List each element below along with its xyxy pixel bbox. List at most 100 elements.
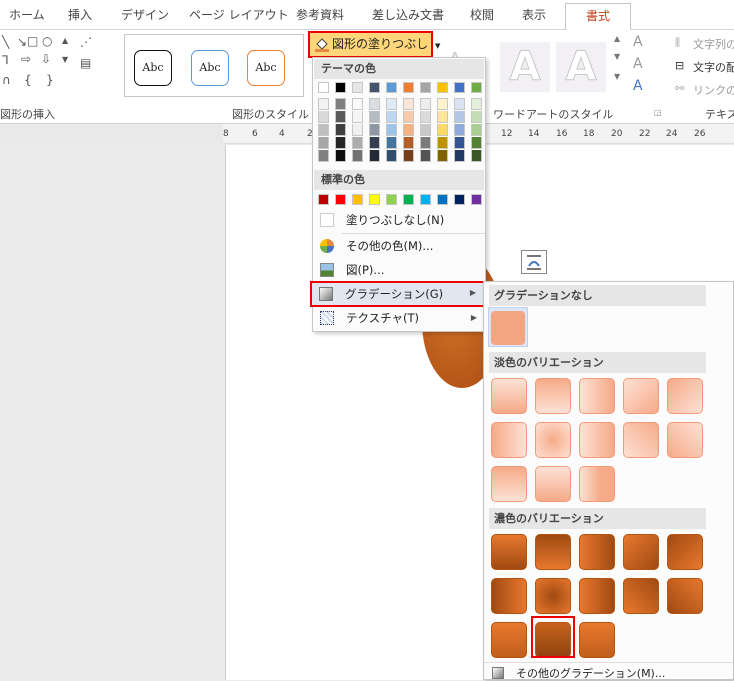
light-gradient-swatch[interactable]: [491, 466, 527, 502]
theme-shade-swatch[interactable]: [335, 137, 346, 149]
more-gradients-item[interactable]: その他のグラデーション(M)...: [484, 665, 733, 681]
theme-shade-swatch[interactable]: [437, 150, 448, 162]
theme-shade-swatch[interactable]: [335, 124, 346, 136]
rectangle-shape-icon[interactable]: □: [27, 34, 38, 48]
theme-shade-swatch[interactable]: [386, 124, 397, 136]
more-colors-item[interactable]: その他の色(M)...: [313, 235, 485, 257]
text-outline-icon[interactable]: A: [633, 56, 643, 72]
light-gradient-swatch[interactable]: [623, 422, 659, 458]
theme-shade-swatch[interactable]: [369, 150, 380, 162]
theme-shade-swatch[interactable]: [369, 124, 380, 136]
theme-color-swatch[interactable]: [352, 82, 363, 93]
theme-shade-swatch[interactable]: [352, 150, 363, 162]
theme-shade-swatch[interactable]: [471, 150, 482, 162]
standard-color-swatch[interactable]: [403, 194, 414, 205]
theme-color-swatch[interactable]: [335, 82, 346, 93]
theme-shade-swatch[interactable]: [386, 98, 397, 110]
style-orange[interactable]: Abc: [247, 50, 285, 86]
theme-shade-swatch[interactable]: [454, 124, 465, 136]
theme-color-swatch[interactable]: [386, 82, 397, 93]
theme-shade-swatch[interactable]: [352, 124, 363, 136]
theme-color-swatch[interactable]: [471, 82, 482, 93]
tab-format[interactable]: 書式: [565, 3, 631, 31]
tab-insert[interactable]: 挿入: [68, 6, 92, 23]
no-gradient-swatch[interactable]: [491, 311, 525, 345]
text-direction-button[interactable]: 文字列の: [693, 36, 734, 52]
tab-view[interactable]: 表示: [522, 6, 546, 23]
theme-shade-swatch[interactable]: [386, 137, 397, 149]
theme-shade-swatch[interactable]: [403, 150, 414, 162]
light-gradient-swatch[interactable]: [623, 378, 659, 414]
dark-gradient-swatch[interactable]: [623, 578, 659, 614]
standard-color-swatch[interactable]: [471, 194, 482, 205]
tab-review[interactable]: 校閲: [470, 6, 494, 23]
connector-shape-icon[interactable]: ⅂: [2, 53, 9, 67]
theme-shade-swatch[interactable]: [369, 98, 380, 110]
standard-color-swatch[interactable]: [369, 194, 380, 205]
theme-color-swatch[interactable]: [454, 82, 465, 93]
light-gradient-swatch[interactable]: [491, 378, 527, 414]
wordart-style-1[interactable]: A: [500, 42, 550, 92]
text-fill-icon[interactable]: A: [633, 34, 643, 50]
tab-mailings[interactable]: 差し込み文書: [372, 6, 444, 23]
line-shape-icon[interactable]: ╲: [2, 35, 9, 49]
theme-shade-swatch[interactable]: [471, 137, 482, 149]
dark-gradient-swatch[interactable]: [535, 534, 571, 570]
theme-shade-swatch[interactable]: [420, 111, 431, 123]
text-align-icon[interactable]: ⊟: [675, 59, 684, 72]
layout-options-icon[interactable]: [521, 250, 547, 274]
theme-shade-swatch[interactable]: [437, 98, 448, 110]
light-gradient-swatch[interactable]: [579, 378, 615, 414]
style-black[interactable]: Abc: [134, 50, 172, 86]
wordart-scroll-up-icon[interactable]: ▲: [614, 34, 620, 43]
theme-shade-swatch[interactable]: [403, 137, 414, 149]
standard-color-swatch[interactable]: [386, 194, 397, 205]
theme-color-swatch[interactable]: [369, 82, 380, 93]
theme-shade-swatch[interactable]: [352, 98, 363, 110]
picture-fill-item[interactable]: 図(P)...: [313, 259, 485, 281]
oval-shape-icon[interactable]: ○: [42, 34, 52, 48]
theme-color-swatch[interactable]: [420, 82, 431, 93]
standard-color-swatch[interactable]: [352, 194, 363, 205]
theme-shade-swatch[interactable]: [420, 124, 431, 136]
gradient-fill-item[interactable]: グラデーション(G) ▶: [310, 281, 486, 307]
theme-shade-swatch[interactable]: [369, 111, 380, 123]
light-gradient-swatch[interactable]: [667, 422, 703, 458]
theme-shade-swatch[interactable]: [454, 98, 465, 110]
gallery-up-icon[interactable]: ▲: [62, 36, 68, 45]
standard-color-swatch[interactable]: [437, 194, 448, 205]
standard-color-swatch[interactable]: [454, 194, 465, 205]
theme-shade-swatch[interactable]: [437, 124, 448, 136]
tab-page-layout[interactable]: ページ レイアウト: [189, 6, 289, 23]
tab-references[interactable]: 参考資料: [296, 6, 344, 23]
light-gradient-swatch[interactable]: [535, 466, 571, 502]
standard-color-swatch[interactable]: [420, 194, 431, 205]
theme-shade-swatch[interactable]: [335, 111, 346, 123]
theme-shade-swatch[interactable]: [454, 111, 465, 123]
theme-shade-swatch[interactable]: [318, 150, 329, 162]
wordart-style-2[interactable]: A: [556, 42, 606, 92]
theme-shade-swatch[interactable]: [318, 98, 329, 110]
dark-gradient-swatch[interactable]: [667, 578, 703, 614]
theme-shade-swatch[interactable]: [369, 137, 380, 149]
theme-color-swatch[interactable]: [318, 82, 329, 93]
theme-shade-swatch[interactable]: [454, 150, 465, 162]
theme-shade-swatch[interactable]: [437, 137, 448, 149]
tab-home[interactable]: ホーム: [9, 6, 45, 23]
down-arrow-shape-icon[interactable]: ⇩: [41, 52, 51, 66]
tab-design[interactable]: デザイン: [121, 6, 169, 23]
brace-close-shape-icon[interactable]: }: [46, 73, 54, 87]
theme-shade-swatch[interactable]: [403, 124, 414, 136]
theme-shade-swatch[interactable]: [403, 111, 414, 123]
dark-gradient-swatch[interactable]: [491, 578, 527, 614]
dark-gradient-swatch[interactable]: [579, 534, 615, 570]
theme-shade-swatch[interactable]: [471, 98, 482, 110]
style-blue[interactable]: Abc: [191, 50, 229, 86]
light-gradient-swatch[interactable]: [579, 466, 615, 502]
theme-shade-swatch[interactable]: [335, 98, 346, 110]
theme-shade-swatch[interactable]: [318, 137, 329, 149]
standard-color-swatch[interactable]: [335, 194, 346, 205]
wordart-more-icon[interactable]: ▼: [614, 72, 620, 81]
standard-color-swatch[interactable]: [318, 194, 329, 205]
theme-shade-swatch[interactable]: [420, 98, 431, 110]
